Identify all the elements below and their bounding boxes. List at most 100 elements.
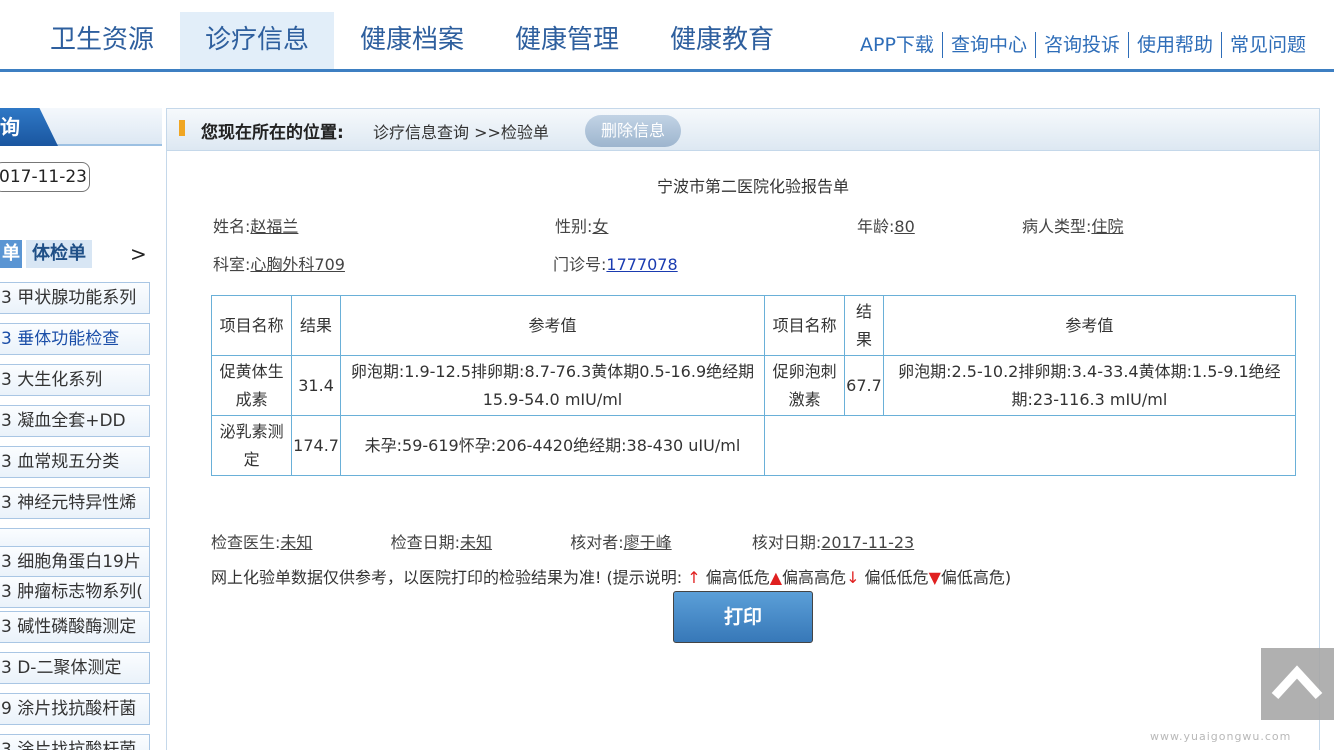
sidebar-item[interactable]: 3 肿瘤标志物系列( [0,576,150,608]
location-marker-icon [179,120,185,136]
sidebar-item[interactable]: 3 涂片找抗酸杆菌 [0,734,150,750]
table-cell: 促卵泡刺 激素 [763,355,846,416]
exam-date-value: 未知 [460,533,493,552]
check-date-label: 核对日期: [751,533,822,552]
link-app-download[interactable]: APP下载 [852,30,942,60]
column-header: 参考值 [339,295,766,356]
scroll-to-top-button[interactable] [1261,648,1334,720]
sidebar-item-selected[interactable]: 3 垂体功能检查 [0,323,150,355]
tab-health-management[interactable]: 健康管理 [495,12,639,69]
age-value: 80 [894,217,915,236]
table-cell: 未孕:59-619怀孕:206-4420绝经期:38-430 uIU/ml [339,415,766,476]
hint-low-low: 偏低低危 [859,568,929,587]
check-date-value: 2017-11-23 [821,533,915,552]
dept-value: 心胸外科709 [250,255,345,274]
sidebar-item[interactable]: 3 血常规五分类 [0,446,150,478]
hint-low-high: 偏低高危) [940,568,1012,587]
patient-type-field: 病人类型:住院 [1022,213,1123,237]
table-cell: 促黄体生 成素 [210,355,293,416]
table-row: 促黄体生 成素 31.4 卵泡期:1.9-12.5排卵期:8.7-76.3黄体期… [210,355,1297,416]
top-links: APP下载 查询中心 咨询投诉 使用帮助 常见问题 [852,30,1314,60]
tab-health-resources[interactable]: 卫生资源 [30,12,174,69]
age-label: 年龄: [857,217,895,236]
signature-row: 检查医生:未知 检查日期:未知 核对者:廖于峰 核对日期:2017-11-23 [211,529,914,553]
sidebar-item[interactable]: 3 碱性磷酸酶测定 [0,611,150,643]
tab-physical-exam[interactable]: 体检单 [26,240,92,268]
note-text: 网上化验单数据仅供参考，以医院打印的检验结果为准! (提示说明: [211,568,688,587]
watermark: www.yuaigongwu.com [1150,730,1292,743]
link-faq[interactable]: 常见问题 [1222,30,1314,60]
link-query-center[interactable]: 查询中心 [943,30,1035,60]
link-help[interactable]: 使用帮助 [1129,30,1221,60]
table-cell: 卵泡期:1.9-12.5排卵期:8.7-76.3黄体期0.5-16.9绝经期 1… [339,355,766,416]
sidebar-item[interactable]: 3 神经元特异性烯 [0,487,150,519]
column-header: 项目名称 [763,295,846,356]
sidebar-item[interactable]: 9 涂片找抗酸杆菌 [0,693,150,725]
sidebar-tabs: 单 体检单 [0,238,92,270]
chevron-right-icon[interactable]: > [130,242,147,266]
triangle-down-icon: ▼ [928,568,941,587]
column-header: 参考值 [882,295,1297,356]
dept-label: 科室: [213,255,251,274]
checker-label: 核对者: [570,533,624,552]
lab-result-table: 项目名称 结果 参考值 项目名称 结 果 参考值 促黄体生 成素 31.4 卵泡… [210,295,1297,476]
hint-high-high: 偏高高危 [782,568,847,587]
location-bar: 您现在所在的位置: 诊疗信息查询 >>检验单 删除信息 [167,109,1319,151]
sidebar: 询 017-11-23 单 体检单 > 3 甲状腺功能系列 3 垂体功能检查 3… [0,108,162,750]
table-cell: 卵泡期:2.5-10.2排卵期:3.4-33.4黄体期:1.5-9.1绝经 期:… [882,355,1297,416]
checker-value: 廖于峰 [623,533,672,552]
sidebar-header: 询 [0,108,162,146]
table-row: 泌乳素测 定 174.7 未孕:59-619怀孕:206-4420绝经期:38-… [210,415,1296,476]
sidebar-heading: 询 [0,108,58,146]
main-panel: 您现在所在的位置: 诊疗信息查询 >>检验单 删除信息 宁波市第二医院化验报告单… [166,108,1320,750]
column-header: 项目名称 [210,295,293,356]
delete-info-button[interactable]: 删除信息 [585,115,681,147]
doctor-label: 检查医生: [211,533,281,552]
clinic-no-field: 门诊号:1777078 [553,251,678,275]
arrow-down-icon: ↓ [846,568,860,587]
doctor-value: 未知 [280,533,313,552]
column-header: 结果 [291,295,341,356]
tab-health-records[interactable]: 健康档案 [340,12,484,69]
link-consult-complaint[interactable]: 咨询投诉 [1036,30,1128,60]
sidebar-item[interactable]: 3 大生化系列 [0,364,150,396]
name-value: 赵福兰 [250,217,299,236]
column-header: 结 果 [844,295,884,356]
tab-medical-info[interactable]: 诊疗信息 [180,12,334,69]
clinic-no-value[interactable]: 1777078 [606,255,677,274]
table-cell: 泌乳素测 定 [210,415,293,476]
name-field: 姓名:赵福兰 [213,213,298,237]
sex-label: 性别: [555,217,593,236]
print-button[interactable]: 打印 [673,591,813,643]
arrow-up-icon: ↑ [687,568,701,587]
age-field: 年龄:80 [857,213,915,237]
name-label: 姓名: [213,217,251,236]
sidebar-item[interactable]: 3 D-二聚体测定 [0,652,150,684]
patient-type-label: 病人类型: [1022,217,1092,236]
table-cell-empty [764,415,1296,476]
sex-value: 女 [592,217,609,236]
table-cell: 174.7 [291,415,341,476]
triangle-up-icon: ▲ [769,568,783,587]
tab-lab-report[interactable]: 单 [0,240,22,268]
location-label: 您现在所在的位置: [201,123,344,143]
patient-type-value: 住院 [1091,217,1124,236]
report-title: 宁波市第二医院化验报告单 [656,177,849,196]
table-cell: 31.4 [291,355,341,416]
clinic-no-label: 门诊号: [553,255,607,274]
sidebar-item[interactable]: 3 细胞角蛋白19片 [0,546,150,578]
sidebar-item[interactable]: 3 甲状腺功能系列 [0,282,150,314]
exam-date-label: 检查日期: [390,533,461,552]
chevron-up-icon [1271,665,1323,700]
top-nav: 卫生资源 诊疗信息 健康档案 健康管理 健康教育 APP下载 查询中心 咨询投诉… [0,0,1334,72]
disclaimer-note: 网上化验单数据仅供参考，以医院打印的检验结果为准! (提示说明: ↑ 偏高低危▲… [211,564,1011,588]
table-header-row: 项目名称 结果 参考值 项目名称 结 果 参考值 [210,295,1297,356]
breadcrumb: 诊疗信息查询 >>检验单 [373,123,549,142]
date-selector[interactable]: 017-11-23 [0,162,90,192]
dept-field: 科室:心胸外科709 [213,251,345,275]
hint-high-low: 偏高低危 [700,568,770,587]
sidebar-item[interactable]: 3 凝血全套+DD [0,405,150,437]
tab-health-education[interactable]: 健康教育 [650,12,794,69]
sex-field: 性别:女 [555,213,608,237]
table-cell: 67.7 [844,355,884,416]
